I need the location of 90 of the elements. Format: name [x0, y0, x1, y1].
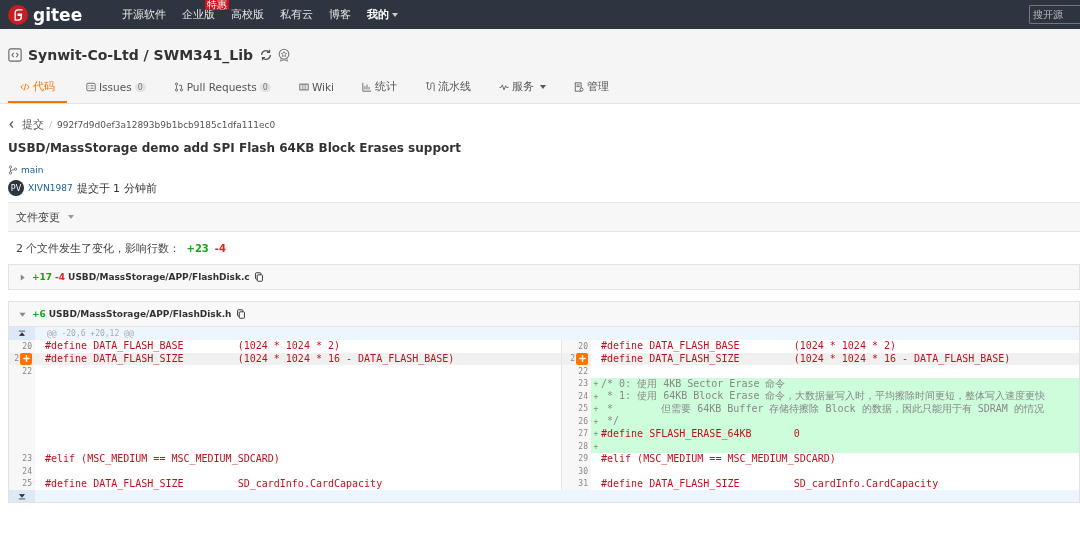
expand-down-icon[interactable] — [18, 492, 26, 500]
file-header[interactable]: +17 -4 USBD/MassStorage/APP/FlashDisk.c — [9, 265, 1079, 289]
repo-tab[interactable]: 管理 — [565, 80, 618, 103]
tab-icon — [574, 82, 584, 92]
repo-tab[interactable]: 服务 — [490, 80, 555, 103]
line-number: 20 — [578, 341, 588, 351]
repo-tab[interactable]: 统计 — [353, 80, 406, 103]
added-marker: + — [591, 377, 601, 390]
line-number: 27 — [578, 429, 588, 439]
chevron-left-icon[interactable] — [8, 120, 15, 129]
added-marker: + — [591, 440, 601, 453]
commits-link[interactable]: 提交 — [22, 117, 44, 132]
repo-tab[interactable]: 流水线 — [416, 80, 480, 103]
repo-title[interactable]: Synwit-Co-Ltd / SWM341_Lib — [28, 47, 254, 63]
user-menu[interactable]: 我的 — [367, 7, 399, 22]
line-number: 20 — [22, 341, 32, 351]
count-badge: 0 — [259, 82, 271, 92]
gitee-logo-text[interactable]: gitee — [33, 4, 83, 25]
commit-title: USBD/MassStorage demo add SPI Flash 64KB Block Erases support — [8, 141, 462, 155]
copy-icon[interactable] — [254, 272, 263, 282]
additions-count: +23 — [186, 242, 209, 254]
tab-icon — [425, 82, 435, 92]
line-number: 26 — [578, 416, 588, 426]
code-line: #define DATA_FLASH_SIZE SD_cardInfo.CardCapacity — [45, 477, 383, 490]
caret-icon[interactable] — [68, 215, 74, 219]
tab-icon — [86, 82, 96, 92]
code-line: #define DATA_FLASH_SIZE SD_cardInfo.CardCapacity — [601, 477, 940, 490]
tab-icon — [20, 82, 30, 92]
branch-link[interactable]: main — [21, 165, 44, 175]
line-number: 23 — [22, 454, 32, 464]
code-line: #define DATA_FLASH_BASE (1024 * 1024 * 2) — [601, 340, 897, 353]
count-badge: 0 — [134, 82, 146, 92]
code-line: #elif (MSC_MEDIUM == MSC_MEDIUM_SDCARD) — [45, 452, 280, 465]
hunk-header: @@ -20,6 +20,12 @@ — [47, 329, 134, 338]
expand-triangle-icon[interactable] — [19, 273, 26, 281]
line-number: 24 — [578, 391, 588, 401]
expand-up-icon[interactable] — [18, 330, 26, 337]
change-summary: 2 个文件发生了变化，影响行数： — [16, 240, 181, 256]
deletions-count: -4 — [214, 242, 226, 254]
nav-link[interactable]: 私有云 — [280, 7, 314, 22]
promo-badge: 特惠 — [205, 0, 230, 10]
search-field[interactable]: 搜开源 — [1029, 5, 1080, 24]
tab-icon — [173, 82, 184, 92]
file-header[interactable]: +6 USBD/MassStorage/APP/FlashDisk.h — [9, 302, 1079, 326]
breadcrumb-separator: / — [49, 119, 53, 130]
nav-link[interactable]: 博客 — [329, 7, 352, 22]
code-line: #define DATA_FLASH_BASE (1024 * 1024 * 2) — [45, 340, 340, 353]
tab-icon — [362, 82, 372, 92]
added-marker: + — [591, 415, 601, 428]
gitee-logo-icon[interactable] — [8, 4, 28, 25]
commit-hash: 992f7d9d0ef3a12893b9b1bcb9185c1dfa111ec0 — [57, 119, 276, 130]
branch-icon — [8, 165, 18, 175]
author-link[interactable]: XIVN1987 — [28, 183, 73, 193]
sync-icon[interactable] — [259, 48, 274, 62]
copy-icon[interactable] — [236, 309, 245, 319]
file-path: USBD/MassStorage/APP/FlashDisk.h — [48, 309, 232, 319]
line-number: 23 — [578, 379, 588, 389]
repo-tab[interactable]: Wiki — [289, 80, 343, 103]
file-changes-dropdown[interactable]: 文件变更 — [16, 209, 60, 225]
added-marker: + — [591, 402, 601, 415]
additions-count: +6 — [32, 309, 46, 319]
file-path: USBD/MassStorage/APP/FlashDisk.c — [68, 272, 250, 282]
code-line: #elif (MSC_MEDIUM == MSC_MEDIUM_SDCARD) — [601, 452, 837, 465]
added-marker: + — [591, 427, 601, 440]
line-number: 22 — [22, 366, 32, 376]
expand-triangle-icon[interactable] — [19, 310, 26, 318]
line-number: 28 — [578, 441, 588, 451]
repo-tab[interactable]: Issues 0 — [77, 80, 155, 103]
line-number: 25 — [578, 404, 588, 414]
line-number: 2 — [570, 354, 575, 364]
line-number: 24 — [22, 466, 32, 476]
nav-link[interactable]: 开源软件 — [122, 7, 167, 22]
code-repo-icon — [8, 48, 22, 62]
repo-tab[interactable]: Pull Requests 0 — [164, 80, 280, 103]
tab-icon — [499, 82, 509, 92]
line-number: 2 — [14, 354, 19, 364]
added-marker: + — [591, 390, 601, 403]
tab-icon — [298, 82, 309, 92]
avatar[interactable]: PV — [8, 180, 24, 196]
line-number: 30 — [578, 466, 588, 476]
commit-time: 提交于 1 分钟前 — [76, 180, 157, 196]
deletions-count: -4 — [55, 272, 66, 282]
code-line: #define DATA_FLASH_SIZE (1024 * 1024 * 16 - DATA_FLASH_BASE) — [45, 352, 455, 365]
line-number: 22 — [578, 366, 588, 376]
line-number: 29 — [578, 454, 588, 464]
line-number: 25 — [22, 479, 32, 489]
additions-count: +17 — [32, 272, 53, 282]
nav-link[interactable]: 高校版 — [231, 7, 265, 22]
line-number: 31 — [578, 479, 588, 489]
award-icon[interactable] — [277, 48, 292, 62]
